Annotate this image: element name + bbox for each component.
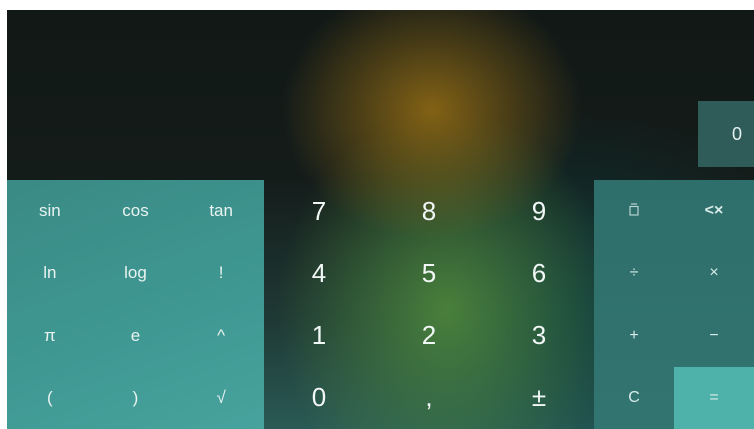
digit-2-button[interactable]: 2 <box>374 305 484 367</box>
decimal-separator-button[interactable]: , <box>374 367 484 429</box>
sin-button[interactable]: sin <box>7 180 93 242</box>
pi-button[interactable]: π <box>7 305 93 367</box>
operator-keypad: <× ÷ × + − C = <box>594 180 754 429</box>
multiply-button[interactable]: × <box>674 242 754 304</box>
divide-button[interactable]: ÷ <box>594 242 674 304</box>
clipboard-icon <box>629 203 639 219</box>
digit-9-button[interactable]: 9 <box>484 180 594 242</box>
digit-1-button[interactable]: 1 <box>264 305 374 367</box>
digit-4-button[interactable]: 4 <box>264 242 374 304</box>
power-button[interactable]: ^ <box>178 305 264 367</box>
function-keypad: sin cos tan ln log ! π e ^ ( ) √ <box>7 180 264 429</box>
equals-button[interactable]: = <box>674 366 754 429</box>
plus-minus-button[interactable]: ± <box>484 367 594 429</box>
clear-button[interactable]: C <box>594 367 674 429</box>
display-value: 0 <box>698 101 754 167</box>
sqrt-button[interactable]: √ <box>178 367 264 429</box>
open-paren-button[interactable]: ( <box>7 367 93 429</box>
calculator-app: 0 sin cos tan ln log ! π e ^ ( ) √ 7 8 9… <box>7 10 754 429</box>
tan-button[interactable]: tan <box>178 180 264 242</box>
e-button[interactable]: e <box>93 305 179 367</box>
backspace-button[interactable]: <× <box>674 180 754 242</box>
digit-0-button[interactable]: 0 <box>264 367 374 429</box>
log-button[interactable]: log <box>93 242 179 304</box>
memory-button[interactable] <box>594 180 674 242</box>
digit-6-button[interactable]: 6 <box>484 242 594 304</box>
digit-5-button[interactable]: 5 <box>374 242 484 304</box>
cos-button[interactable]: cos <box>93 180 179 242</box>
digit-8-button[interactable]: 8 <box>374 180 484 242</box>
plus-button[interactable]: + <box>594 305 674 367</box>
digit-7-button[interactable]: 7 <box>264 180 374 242</box>
digit-3-button[interactable]: 3 <box>484 305 594 367</box>
factorial-button[interactable]: ! <box>178 242 264 304</box>
ln-button[interactable]: ln <box>7 242 93 304</box>
minus-button[interactable]: − <box>674 305 754 367</box>
display-area: 0 <box>7 10 754 180</box>
close-paren-button[interactable]: ) <box>93 367 179 429</box>
number-keypad: 7 8 9 4 5 6 1 2 3 0 , ± <box>264 180 594 429</box>
